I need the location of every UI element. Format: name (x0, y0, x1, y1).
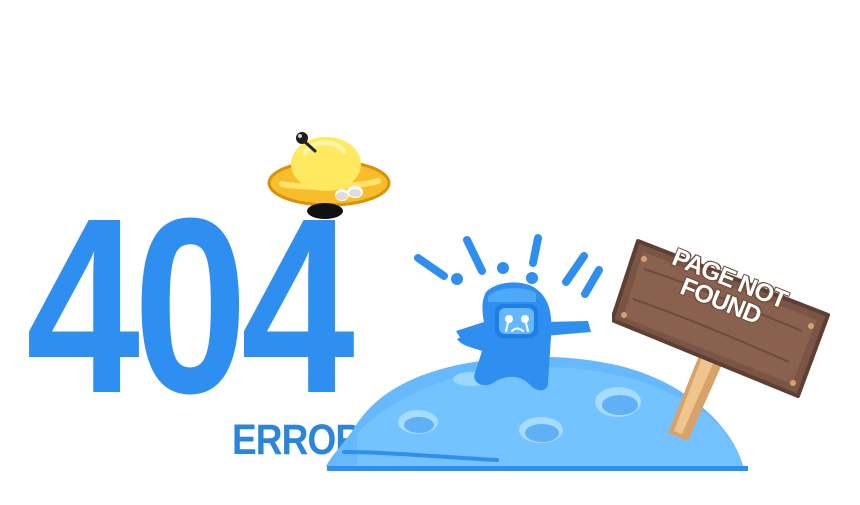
error-page-scene: 404 ERROR PAGE NOT FOUND (0, 0, 860, 505)
error-code: 404 (26, 166, 355, 445)
